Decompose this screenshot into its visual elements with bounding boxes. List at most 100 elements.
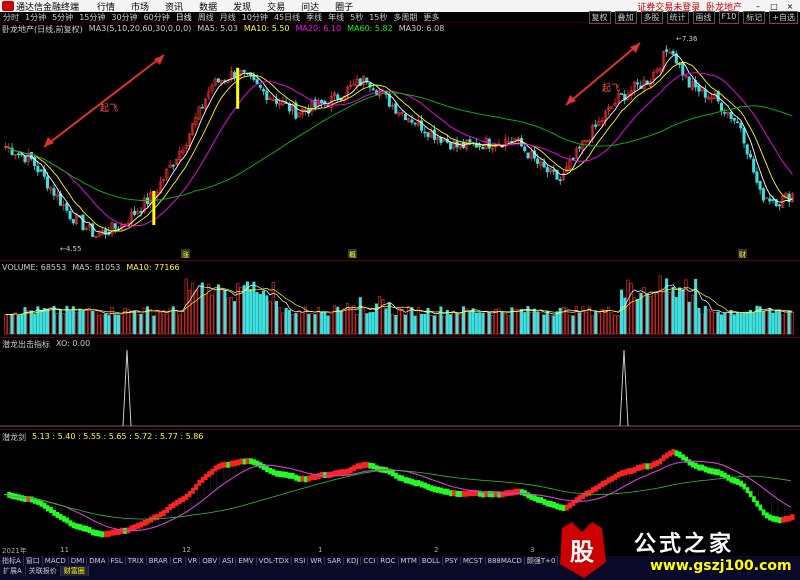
- period-tab[interactable]: 60分钟: [144, 12, 170, 23]
- dragon-step: [139, 521, 144, 528]
- indicator-tab[interactable]: TRIX: [126, 557, 147, 565]
- volume-bar: [736, 311, 740, 335]
- dragon-step: [242, 458, 247, 465]
- period-tab[interactable]: 45日线: [274, 12, 300, 23]
- arrow-head-icon: [630, 43, 640, 53]
- dragon-step: [600, 481, 605, 488]
- indicator-tab[interactable]: OBV: [200, 557, 221, 565]
- indicator-tab[interactable]: VR: [186, 557, 201, 565]
- dragon-step: [629, 468, 634, 475]
- indicator-tab[interactable]: CR: [171, 557, 186, 565]
- volume-bar: [233, 301, 237, 335]
- period-tab-active[interactable]: 日线: [176, 12, 192, 23]
- volume-bar: [10, 313, 14, 335]
- dragon-step: [526, 492, 531, 499]
- candle-body: [65, 202, 69, 211]
- dragon-step: [62, 515, 66, 522]
- bottom-tab[interactable]: 财富圈: [60, 566, 89, 576]
- signal-spike: [619, 349, 629, 427]
- volume-bar: [716, 311, 720, 335]
- minimize-icon[interactable]: –: [752, 1, 764, 11]
- indicator-tab[interactable]: ROC: [378, 557, 399, 565]
- indicator-tab[interactable]: KDJ: [344, 557, 362, 565]
- volume-bar: [690, 294, 694, 335]
- maximize-icon[interactable]: □: [768, 1, 780, 11]
- close-icon[interactable]: ×: [784, 1, 796, 11]
- indicator-tab[interactable]: ASI: [220, 557, 237, 565]
- candle-body: [449, 142, 453, 150]
- candle-body: [423, 131, 427, 134]
- volume-chart[interactable]: [0, 272, 800, 336]
- dragon-step: [290, 472, 295, 479]
- volume-bar: [220, 289, 224, 335]
- watermark-text: 公式之家: [634, 532, 735, 557]
- indicator-tab[interactable]: SAR: [325, 557, 345, 565]
- indicator-tab[interactable]: DMI: [69, 557, 88, 565]
- dragon-step: [455, 490, 460, 497]
- period-tab[interactable]: 5秒: [350, 12, 363, 23]
- period-tab[interactable]: 1分钟: [25, 12, 46, 23]
- indicator-tab[interactable]: DMA: [87, 557, 109, 565]
- volume-bar: [761, 310, 765, 335]
- period-tab[interactable]: 5分钟: [52, 12, 73, 23]
- indicator-tab[interactable]: 窗口: [24, 556, 43, 566]
- indicator-tab[interactable]: MCST: [461, 557, 486, 565]
- period-tab[interactable]: 30分钟: [111, 12, 137, 23]
- indicator-tab[interactable]: 颇强T+0: [525, 556, 559, 566]
- dragon-step: [268, 467, 273, 474]
- period-tab[interactable]: 10分钟: [242, 12, 268, 23]
- period-tab[interactable]: 周线: [198, 12, 214, 23]
- add-favorite-button[interactable]: +自选: [769, 10, 798, 24]
- indicator-tab[interactable]: MTM: [399, 557, 420, 565]
- multi-stock-button[interactable]: 多股: [640, 10, 663, 24]
- dragon-step: [45, 505, 50, 512]
- volume-label: VOLUME: 68553: [2, 263, 67, 272]
- period-tab[interactable]: 15分钟: [79, 12, 105, 23]
- period-tab[interactable]: 多周期: [393, 12, 417, 23]
- bottom-tab[interactable]: 扩展A: [0, 566, 26, 576]
- indicator-tab[interactable]: BRAR: [147, 557, 171, 565]
- indicator-tab[interactable]: FSL: [109, 557, 126, 565]
- dragon-step: [739, 480, 743, 487]
- indicator-tab[interactable]: 指标A: [0, 556, 24, 566]
- bottom-tab[interactable]: 关联报价: [26, 566, 61, 576]
- volume-bar: [594, 311, 598, 335]
- period-tab[interactable]: 月线: [220, 12, 236, 23]
- period-tab[interactable]: 季线: [306, 12, 322, 23]
- period-tab[interactable]: 分时: [3, 12, 19, 23]
- indicator-tab[interactable]: VOL-TDX: [257, 557, 292, 565]
- indicator-tab[interactable]: 888MACD: [486, 557, 525, 565]
- indicator-tab[interactable]: PSY: [443, 557, 461, 565]
- period-tab[interactable]: 年线: [328, 12, 344, 23]
- candle-body: [320, 99, 324, 104]
- volume-bar: [133, 310, 137, 335]
- volume-bar: [471, 308, 475, 335]
- indicator-tab[interactable]: RSI: [292, 557, 309, 565]
- signal-chart[interactable]: [0, 348, 800, 428]
- dragon-step: [23, 496, 28, 503]
- dragon-step: [390, 470, 395, 477]
- indicator-tab[interactable]: BOLL: [420, 557, 443, 565]
- period-tab[interactable]: 15秒: [369, 12, 387, 23]
- dragon-step: [668, 450, 672, 457]
- volume-bar: [739, 313, 743, 335]
- period-tab[interactable]: 更多: [423, 12, 439, 23]
- kline-chart[interactable]: 起飞起飞←7.36←4.55涨概财: [0, 33, 800, 259]
- draw-line-button[interactable]: 画线: [692, 10, 715, 24]
- volume-bar: [294, 313, 298, 335]
- volume-bar: [303, 306, 308, 335]
- mark-button[interactable]: 标记: [743, 10, 766, 24]
- statistics-button[interactable]: 统计: [666, 10, 689, 24]
- dragon-step: [542, 498, 547, 505]
- candle-body: [545, 166, 549, 173]
- indicator-tab[interactable]: WR: [308, 557, 326, 565]
- dragon-step: [303, 476, 308, 483]
- volume-bar: [29, 310, 33, 335]
- indicator-tab[interactable]: CCI: [361, 557, 379, 565]
- restore-rights-button[interactable]: 复权: [588, 10, 611, 24]
- volume-bar: [194, 290, 198, 335]
- overlay-button[interactable]: 叠加: [614, 10, 637, 24]
- indicator-tab[interactable]: EMV: [236, 557, 257, 565]
- indicator-tab[interactable]: MACD: [43, 557, 69, 565]
- f10-button[interactable]: F10: [718, 10, 740, 24]
